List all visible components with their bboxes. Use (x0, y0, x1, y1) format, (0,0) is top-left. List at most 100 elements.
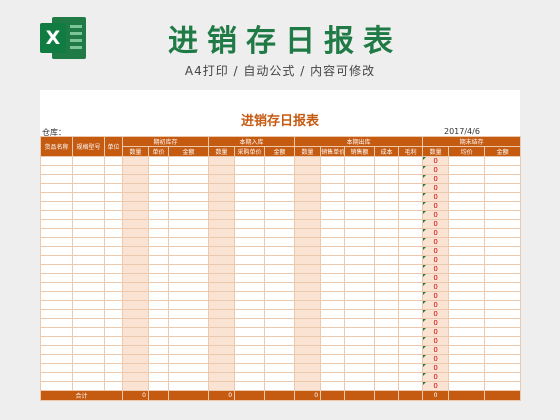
table-cell[interactable] (72, 264, 105, 274)
table-cell[interactable] (40, 291, 73, 301)
table-cell[interactable] (148, 192, 169, 202)
closing-qty-cell[interactable]: 0 (422, 354, 450, 364)
table-cell[interactable] (374, 210, 400, 220)
table-cell[interactable] (122, 156, 149, 166)
table-cell[interactable] (148, 309, 169, 319)
table-cell[interactable] (294, 318, 322, 328)
table-cell[interactable] (122, 174, 149, 184)
table-cell[interactable] (72, 282, 105, 292)
closing-qty-cell[interactable]: 0 (422, 228, 450, 238)
table-cell[interactable] (148, 381, 169, 391)
table-cell[interactable] (208, 345, 236, 355)
table-cell[interactable] (234, 228, 266, 238)
table-cell[interactable] (234, 372, 266, 382)
table-cell[interactable] (122, 228, 149, 238)
closing-qty-cell[interactable]: 0 (422, 363, 450, 373)
table-cell[interactable] (320, 336, 346, 346)
table-cell[interactable] (484, 156, 522, 166)
table-cell[interactable] (72, 201, 105, 211)
closing-qty-cell[interactable]: 0 (422, 192, 450, 202)
table-cell[interactable] (484, 219, 522, 229)
table-cell[interactable] (484, 372, 522, 382)
table-cell[interactable] (398, 237, 424, 247)
table-cell[interactable] (167, 354, 210, 364)
table-cell[interactable] (294, 381, 322, 391)
table-cell[interactable] (264, 345, 296, 355)
table-cell[interactable] (448, 174, 486, 184)
table-cell[interactable] (104, 300, 123, 310)
table-cell[interactable] (234, 345, 266, 355)
table-cell[interactable] (208, 264, 236, 274)
table-cell[interactable] (264, 192, 296, 202)
table-cell[interactable] (344, 192, 376, 202)
table-cell[interactable] (398, 156, 424, 166)
table-cell[interactable] (264, 228, 296, 238)
table-cell[interactable] (320, 273, 346, 283)
table-cell[interactable] (72, 372, 105, 382)
table-cell[interactable] (264, 327, 296, 337)
table-cell[interactable] (320, 345, 346, 355)
table-cell[interactable] (320, 327, 346, 337)
table-cell[interactable] (448, 372, 486, 382)
table-cell[interactable] (398, 165, 424, 175)
closing-qty-cell[interactable]: 0 (422, 300, 450, 310)
table-cell[interactable] (208, 282, 236, 292)
table-cell[interactable] (104, 336, 123, 346)
table-cell[interactable] (294, 237, 322, 247)
table-cell[interactable] (484, 174, 522, 184)
table-cell[interactable] (104, 192, 123, 202)
table-cell[interactable] (344, 345, 376, 355)
table-cell[interactable] (398, 174, 424, 184)
table-cell[interactable] (104, 381, 123, 391)
table-cell[interactable] (484, 363, 522, 373)
table-cell[interactable] (234, 219, 266, 229)
table-cell[interactable] (72, 192, 105, 202)
table-cell[interactable] (148, 300, 169, 310)
table-cell[interactable] (484, 192, 522, 202)
table-cell[interactable] (122, 273, 149, 283)
table-cell[interactable] (484, 210, 522, 220)
table-cell[interactable] (484, 273, 522, 283)
table-cell[interactable] (448, 309, 486, 319)
table-cell[interactable] (448, 192, 486, 202)
table-cell[interactable] (122, 282, 149, 292)
table-cell[interactable] (122, 246, 149, 256)
table-cell[interactable] (448, 255, 486, 265)
table-cell[interactable] (104, 219, 123, 229)
table-cell[interactable] (484, 255, 522, 265)
table-cell[interactable] (448, 264, 486, 274)
table-cell[interactable] (40, 354, 73, 364)
table-cell[interactable] (344, 354, 376, 364)
table-cell[interactable] (148, 174, 169, 184)
table-cell[interactable] (294, 183, 322, 193)
table-cell[interactable] (208, 327, 236, 337)
table-cell[interactable] (148, 363, 169, 373)
table-cell[interactable] (122, 327, 149, 337)
table-cell[interactable] (234, 255, 266, 265)
table-cell[interactable] (344, 183, 376, 193)
table-cell[interactable] (234, 381, 266, 391)
table-cell[interactable] (72, 183, 105, 193)
table-cell[interactable] (374, 228, 400, 238)
table-cell[interactable] (344, 309, 376, 319)
table-cell[interactable] (294, 264, 322, 274)
table-cell[interactable] (294, 246, 322, 256)
closing-qty-cell[interactable]: 0 (422, 246, 450, 256)
table-cell[interactable] (148, 372, 169, 382)
table-cell[interactable] (167, 219, 210, 229)
table-cell[interactable] (122, 381, 149, 391)
table-cell[interactable] (208, 354, 236, 364)
table-cell[interactable] (148, 246, 169, 256)
table-cell[interactable] (294, 327, 322, 337)
table-cell[interactable] (148, 219, 169, 229)
closing-qty-cell[interactable]: 0 (422, 201, 450, 211)
table-cell[interactable] (208, 237, 236, 247)
table-cell[interactable] (167, 372, 210, 382)
table-cell[interactable] (148, 282, 169, 292)
table-cell[interactable] (264, 273, 296, 283)
table-cell[interactable] (40, 363, 73, 373)
table-cell[interactable] (344, 219, 376, 229)
table-cell[interactable] (234, 318, 266, 328)
table-cell[interactable] (398, 192, 424, 202)
table-cell[interactable] (448, 165, 486, 175)
